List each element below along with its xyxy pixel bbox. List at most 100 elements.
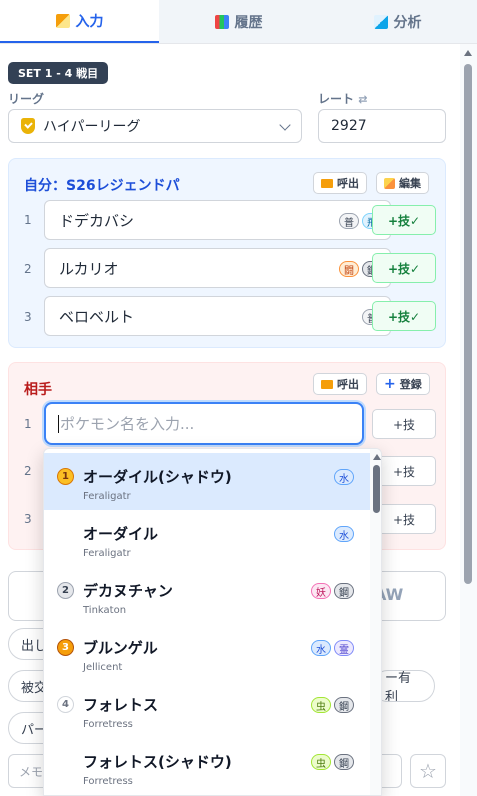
league-select[interactable]: ハイパーリーグ (8, 109, 302, 143)
opponent-row-number: 3 (24, 512, 32, 526)
pokemon-suggestion-dropdown: 1 オーダイル(シャドウ) Feraligatr 水 オーダイル Feralig… (43, 448, 382, 796)
opponent-add-move-button[interactable]: +技 (372, 409, 436, 439)
swap-icon: ⇄ (358, 93, 368, 106)
self-add-move-button[interactable]: +技✓ (372, 301, 436, 331)
tab-analysis-label: 分析 (393, 14, 422, 31)
shield-icon (21, 118, 35, 134)
self-row-number: 3 (24, 310, 32, 324)
tab-analysis[interactable]: 分析 (318, 0, 477, 43)
set-badge: SET 1 - 4 戦目 (8, 62, 109, 84)
type-badge: 普 (339, 213, 359, 229)
type-badge: 虫 (311, 754, 331, 770)
opponent-load-button[interactable]: 呼出 (313, 373, 367, 395)
suggestion-name: フォレトス(シャドウ) (83, 753, 232, 771)
bar-chart-icon (214, 14, 229, 29)
opponent-row-number: 2 (24, 464, 32, 478)
opponent-title: 相手 (24, 382, 52, 398)
self-add-move-button[interactable]: +技✓ (372, 253, 436, 283)
opponent-row-number: 1 (24, 417, 32, 431)
self-load-label: 呼出 (337, 177, 359, 190)
type-badge: 水 (311, 640, 331, 656)
self-edit-label: 編集 (399, 177, 421, 190)
scroll-up-arrow-icon[interactable] (464, 50, 472, 56)
rank-badge: 3 (57, 639, 74, 656)
self-team-panel: 自分：S26レジェンドパ 呼出 編集 1 ドデカバシ 普 飛 +技✓ 2 ルカリ… (8, 158, 446, 348)
suggestion-english-name: Tinkaton (83, 605, 127, 616)
self-pokemon-field[interactable]: ドデカバシ 普 飛 (44, 200, 391, 240)
dropdown-scrollbar[interactable] (370, 449, 381, 795)
star-icon[interactable]: ☆ (410, 754, 446, 788)
suggestion-name: デカヌチャン (83, 582, 173, 600)
folder-icon (321, 379, 333, 389)
dropdown-scroll-thumb[interactable] (373, 465, 380, 513)
type-badge: 水 (334, 469, 354, 485)
rank-badge: 2 (57, 582, 74, 599)
search-placeholder: ポケモン名を入力... (60, 415, 195, 433)
self-row-number: 1 (24, 213, 32, 227)
self-team-title: 自分：S26レジェンドパ (24, 178, 180, 194)
rank-badge: 4 (57, 696, 74, 713)
suggestion-name: フォレトス (83, 696, 159, 714)
self-pokemon-name: ドデカバシ (59, 211, 135, 230)
suggestion-english-name: Feraligatr (83, 548, 131, 559)
rate-label-wrap: レート ⇄ (318, 90, 367, 107)
suggestion-name: ブルンゲル (83, 639, 158, 657)
type-badges: 妖 鋼 (311, 583, 354, 599)
suggestion-english-name: Forretress (83, 776, 133, 787)
pokemon-search-input[interactable]: ポケモン名を入力... (44, 402, 364, 445)
page-scrollbar[interactable] (460, 44, 477, 796)
rate-label: レート (318, 92, 355, 106)
self-load-button[interactable]: 呼出 (313, 172, 367, 194)
plus-icon: + (384, 376, 396, 392)
self-pokemon-name: ベロベルト (59, 307, 135, 326)
suggestion-english-name: Feraligatr (83, 491, 131, 502)
type-badges: 水 (334, 526, 354, 542)
type-badge: 水 (334, 526, 354, 542)
text-caret (58, 414, 59, 433)
tab-history[interactable]: 履歴 (159, 0, 318, 43)
edit-icon (384, 177, 395, 189)
type-badge: 虫 (311, 697, 331, 713)
self-row-number: 2 (24, 262, 32, 276)
self-pokemon-field[interactable]: ルカリオ 闘 鋼 (44, 248, 391, 288)
rank-badge: 1 (57, 468, 74, 485)
self-pokemon-name: ルカリオ (59, 259, 119, 278)
type-badges: 虫 鋼 (311, 754, 354, 770)
type-badge: 闘 (339, 261, 359, 277)
type-badge: 霊 (334, 640, 354, 656)
type-badges: 水 (334, 469, 354, 485)
suggestion-item[interactable]: 4 フォレトス Forretress 虫 鋼 (44, 681, 370, 738)
suggestion-item[interactable]: フォレトス(シャドウ) Forretress 虫 鋼 (44, 738, 370, 795)
suggestion-english-name: Jellicent (83, 662, 123, 673)
type-badges: 虫 鋼 (311, 697, 354, 713)
suggestion-item[interactable]: オーダイル Feraligatr 水 (44, 510, 370, 567)
self-pokemon-field[interactable]: ベロベルト 普 (44, 296, 391, 336)
suggestion-name: オーダイル (83, 525, 159, 543)
league-label: リーグ (8, 92, 45, 106)
suggestion-name: オーダイル(シャドウ) (83, 468, 232, 486)
type-badge: 妖 (311, 583, 331, 599)
opponent-register-button[interactable]: + 登録 (376, 373, 430, 395)
suggestion-item[interactable]: 3 ブルンゲル Jellicent 水 霊 (44, 624, 370, 681)
opponent-load-label: 呼出 (337, 378, 359, 391)
tab-input-label: 入力 (75, 13, 104, 30)
suggestion-english-name: Forretress (83, 719, 133, 730)
self-edit-button[interactable]: 編集 (376, 172, 429, 194)
type-badge: 鋼 (334, 754, 354, 770)
scroll-thumb[interactable] (464, 64, 472, 584)
tab-history-label: 履歴 (234, 14, 263, 31)
self-add-move-button[interactable]: +技✓ (372, 205, 436, 235)
edit-icon (55, 13, 70, 28)
tab-bar: 入力 履歴 分析 (0, 0, 477, 44)
type-badges: 水 霊 (311, 640, 354, 656)
type-badge: 鋼 (334, 697, 354, 713)
type-badge: 鋼 (334, 583, 354, 599)
rate-input[interactable]: 2927 (318, 109, 446, 143)
league-value: ハイパーリーグ (43, 119, 141, 135)
chevron-down-icon (279, 119, 291, 131)
suggestion-item[interactable]: 1 オーダイル(シャドウ) Feraligatr 水 (44, 453, 370, 510)
folder-icon (321, 178, 333, 188)
scroll-up-arrow-icon[interactable] (373, 454, 381, 460)
tab-input[interactable]: 入力 (0, 0, 159, 43)
suggestion-item[interactable]: 2 デカヌチャン Tinkaton 妖 鋼 (44, 567, 370, 624)
